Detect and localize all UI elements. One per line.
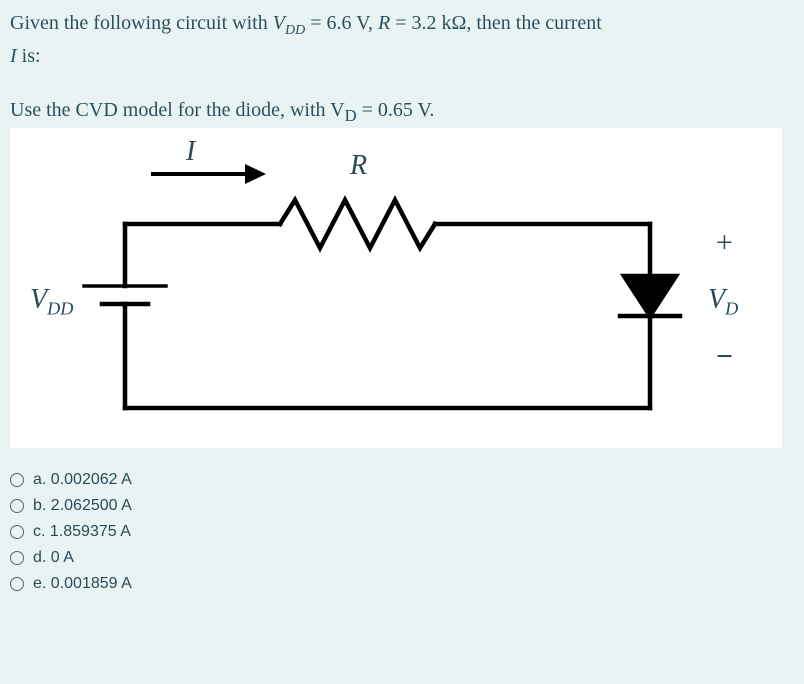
radio-b[interactable] [10,499,24,513]
option-d[interactable]: d. 0 A [10,550,794,566]
vdd-sub: DD [285,23,305,38]
vd-sub: D [345,106,357,125]
label-VD-sub: D [725,299,738,319]
circuit-diagram: I R VDD VD + − [10,128,782,448]
instruction-text: Use the CVD model for the diode, with VD… [10,99,794,126]
q-post: is: [17,45,41,67]
r-symbol: R [378,12,390,34]
radio-d[interactable] [10,551,24,565]
radio-a[interactable] [10,473,24,487]
minus-sign: − [716,340,733,374]
option-d-text: d. 0 A [33,550,74,566]
option-c[interactable]: c. 1.859375 A [10,524,794,540]
option-b[interactable]: b. 2.062500 A [10,498,794,514]
i-symbol: I [10,45,17,67]
option-a-text: a. 0.002062 A [33,472,132,488]
vdd-val: = 6.6 V, [305,12,378,34]
option-c-text: c. 1.859375 A [33,524,131,540]
r-val: = 3.2 kΩ, then the current [390,12,602,34]
label-VD: V [708,284,725,315]
question-prompt: Given the following circuit with VDD = 6… [10,8,794,71]
q-pre: Given the following circuit with [10,12,273,34]
option-b-text: b. 2.062500 A [33,498,132,514]
option-e[interactable]: e. 0.001859 A [10,576,794,592]
vd-symbol: V [330,99,344,121]
label-I: I [186,136,195,168]
radio-c[interactable] [10,525,24,539]
option-e-text: e. 0.001859 A [33,576,132,592]
circuit-svg [10,128,782,448]
label-VDD: V [30,284,47,315]
label-VDD-sub: DD [47,299,73,319]
label-R: R [350,150,367,182]
vdd-symbol: V [273,12,285,34]
answer-options: a. 0.002062 A b. 2.062500 A c. 1.859375 … [10,472,794,592]
radio-e[interactable] [10,577,24,591]
instr-pre: Use the CVD model for the diode, with [10,99,330,121]
vd-val: = 0.65 V. [357,99,435,121]
option-a[interactable]: a. 0.002062 A [10,472,794,488]
plus-sign: + [716,226,733,260]
